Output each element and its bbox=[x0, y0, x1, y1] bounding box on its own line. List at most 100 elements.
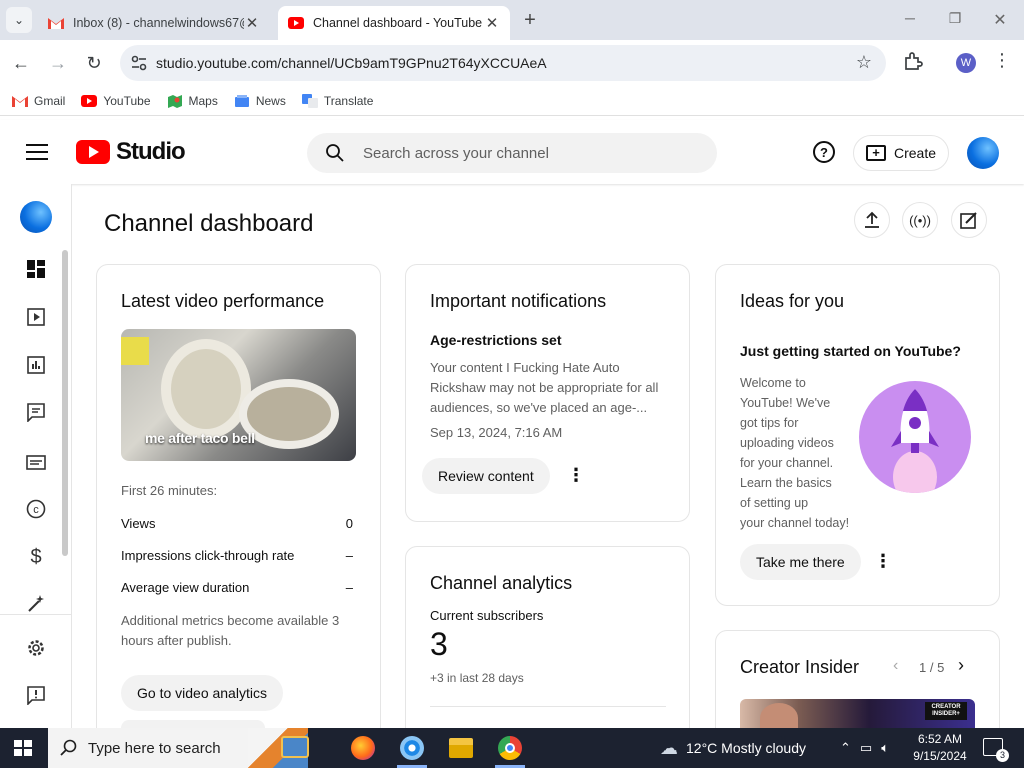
studio-logo[interactable]: Studio bbox=[76, 138, 186, 166]
subscribers-delta: +3 in last 28 days bbox=[430, 671, 524, 685]
content-icon[interactable] bbox=[24, 305, 48, 329]
chevron-left-icon[interactable]: ‹ bbox=[893, 657, 898, 675]
notification-subtitle: Age-restrictions set bbox=[430, 332, 562, 348]
chrome-icon[interactable] bbox=[498, 736, 522, 760]
close-icon[interactable]: ✕ bbox=[244, 14, 260, 32]
rail-channel-avatar[interactable] bbox=[20, 201, 52, 233]
upload-icon[interactable] bbox=[854, 202, 890, 238]
notification-count-badge: 3 bbox=[996, 749, 1009, 762]
go-live-icon[interactable]: ((•)) bbox=[902, 202, 938, 238]
site-settings-icon[interactable] bbox=[130, 54, 148, 72]
take-me-there-button[interactable]: Take me there bbox=[740, 544, 861, 580]
firefox-icon[interactable] bbox=[351, 736, 375, 760]
channel-avatar[interactable] bbox=[967, 137, 999, 169]
close-icon[interactable]: ✕ bbox=[484, 14, 500, 32]
bookmark-star-icon[interactable]: ☆ bbox=[856, 52, 872, 73]
create-post-icon[interactable] bbox=[951, 202, 987, 238]
stat-label: Impressions click-through rate bbox=[121, 548, 295, 563]
card-title: Creator Insider bbox=[740, 657, 860, 677]
subtitles-icon[interactable] bbox=[24, 450, 48, 474]
copyright-icon[interactable]: c bbox=[24, 497, 48, 521]
hamburger-menu-icon[interactable] bbox=[26, 144, 48, 160]
address-toolbar: ← → ↻ studio.youtube.com/channel/UCb9amT… bbox=[0, 40, 1024, 86]
restore-button[interactable]: ❐ bbox=[945, 10, 965, 27]
feedback-icon[interactable] bbox=[24, 683, 48, 707]
profile-avatar[interactable]: W bbox=[956, 53, 976, 73]
clock[interactable]: 6:52 AM 9/15/2024 bbox=[910, 731, 970, 765]
bookmark-translate[interactable]: Translate bbox=[301, 93, 374, 108]
bookmark-gmail[interactable]: Gmail bbox=[12, 94, 65, 108]
bookmark-maps[interactable]: Maps bbox=[167, 94, 218, 108]
youtube-logo-icon bbox=[76, 140, 110, 164]
weather-cloud-icon: ☁ bbox=[660, 737, 678, 758]
help-icon[interactable]: ? bbox=[813, 141, 835, 163]
forward-button[interactable]: → bbox=[45, 50, 71, 76]
comments-icon[interactable] bbox=[24, 400, 48, 424]
gmail-icon bbox=[48, 18, 64, 29]
bookmark-youtube[interactable]: YouTube bbox=[81, 94, 151, 108]
network-icon[interactable]: ▭ bbox=[860, 740, 872, 756]
tab-title: Channel dashboard - YouTube bbox=[313, 16, 483, 30]
back-button[interactable]: ← bbox=[8, 50, 34, 76]
card-title: Important notifications bbox=[430, 291, 607, 311]
youtube-icon bbox=[288, 17, 304, 29]
card-title: Ideas for you bbox=[740, 291, 845, 311]
notifications-icon[interactable]: 3 bbox=[983, 738, 1009, 762]
search-icon bbox=[326, 144, 344, 162]
create-button[interactable]: + Create bbox=[853, 135, 949, 171]
search-icon bbox=[60, 739, 77, 756]
stat-row-avd: Average view duration – bbox=[121, 580, 353, 595]
more-options-icon[interactable]: ⋮ bbox=[567, 465, 585, 486]
volume-muted-icon[interactable]: 🔈︎ bbox=[881, 740, 889, 756]
review-content-button[interactable]: Review content bbox=[422, 458, 550, 494]
gmail-icon bbox=[12, 95, 28, 107]
chromium-icon[interactable] bbox=[400, 736, 424, 760]
reload-button[interactable]: ↻ bbox=[81, 50, 107, 76]
file-explorer-icon[interactable] bbox=[449, 738, 473, 758]
analytics-icon[interactable] bbox=[24, 353, 48, 377]
channel-search-input[interactable]: Search across your channel bbox=[307, 133, 717, 173]
subscribers-value: 3 bbox=[430, 626, 448, 662]
search-placeholder: Search across your channel bbox=[363, 144, 549, 162]
bookmark-label: News bbox=[255, 93, 286, 108]
studio-header: Studio Search across your channel ? + Cr… bbox=[0, 120, 1024, 184]
stat-value: 0 bbox=[345, 516, 353, 531]
dashboard-icon[interactable] bbox=[24, 257, 48, 281]
browser-menu-icon[interactable]: ⋮ bbox=[992, 50, 1012, 71]
subscribers-label: Current subscribers bbox=[430, 608, 544, 623]
thumbnail-caption: me after taco bell bbox=[145, 430, 255, 446]
news-icon bbox=[234, 94, 249, 107]
bookmark-label: Translate bbox=[323, 93, 374, 108]
stat-value: – bbox=[345, 580, 353, 595]
logo-text: Studio bbox=[116, 138, 186, 165]
settings-gear-icon[interactable] bbox=[24, 636, 48, 660]
window-close-button[interactable]: ✕ bbox=[990, 10, 1010, 30]
bookmark-label: Maps bbox=[188, 93, 218, 108]
go-to-video-analytics-button[interactable]: Go to video analytics bbox=[121, 675, 283, 711]
url-bar[interactable]: studio.youtube.com/channel/UCb9amT9GPnu2… bbox=[120, 45, 886, 81]
taskbar-search-placeholder: Type here to search bbox=[88, 739, 221, 757]
extensions-icon[interactable] bbox=[902, 50, 924, 72]
stat-row-ctr: Impressions click-through rate – bbox=[121, 548, 353, 563]
creator-insider-thumbnail[interactable]: CREATOR INSIDER+ bbox=[740, 699, 975, 728]
more-options-icon[interactable]: ⋮ bbox=[874, 551, 892, 572]
video-thumbnail[interactable]: me after taco bell bbox=[121, 329, 356, 461]
new-tab-button[interactable]: + bbox=[518, 9, 542, 32]
next-button-partial bbox=[121, 720, 265, 728]
creator-insider-badge: CREATOR INSIDER+ bbox=[925, 702, 967, 720]
tab-youtube-studio[interactable]: Channel dashboard - YouTube ✕ bbox=[278, 6, 510, 40]
earn-dollar-icon[interactable]: $ bbox=[24, 545, 48, 569]
create-video-icon: + bbox=[866, 145, 886, 161]
weather-widget[interactable]: ☁ 12°C Mostly cloudy bbox=[660, 728, 806, 768]
stat-value: – bbox=[345, 548, 353, 563]
minimize-button[interactable]: ─ bbox=[900, 10, 920, 26]
tab-search-button[interactable]: ⌄ bbox=[6, 7, 32, 33]
create-label: Create bbox=[894, 145, 937, 161]
customization-wand-icon[interactable] bbox=[24, 592, 48, 616]
chevron-up-icon[interactable]: ⌃ bbox=[840, 740, 851, 756]
windows-start-icon[interactable] bbox=[14, 740, 32, 756]
bookmark-news[interactable]: News bbox=[234, 94, 286, 108]
chevron-right-icon[interactable]: › bbox=[958, 655, 964, 676]
rail-scrollbar[interactable] bbox=[62, 250, 68, 556]
tab-gmail[interactable]: Inbox (8) - channelwindows67@ ✕ bbox=[38, 6, 270, 40]
